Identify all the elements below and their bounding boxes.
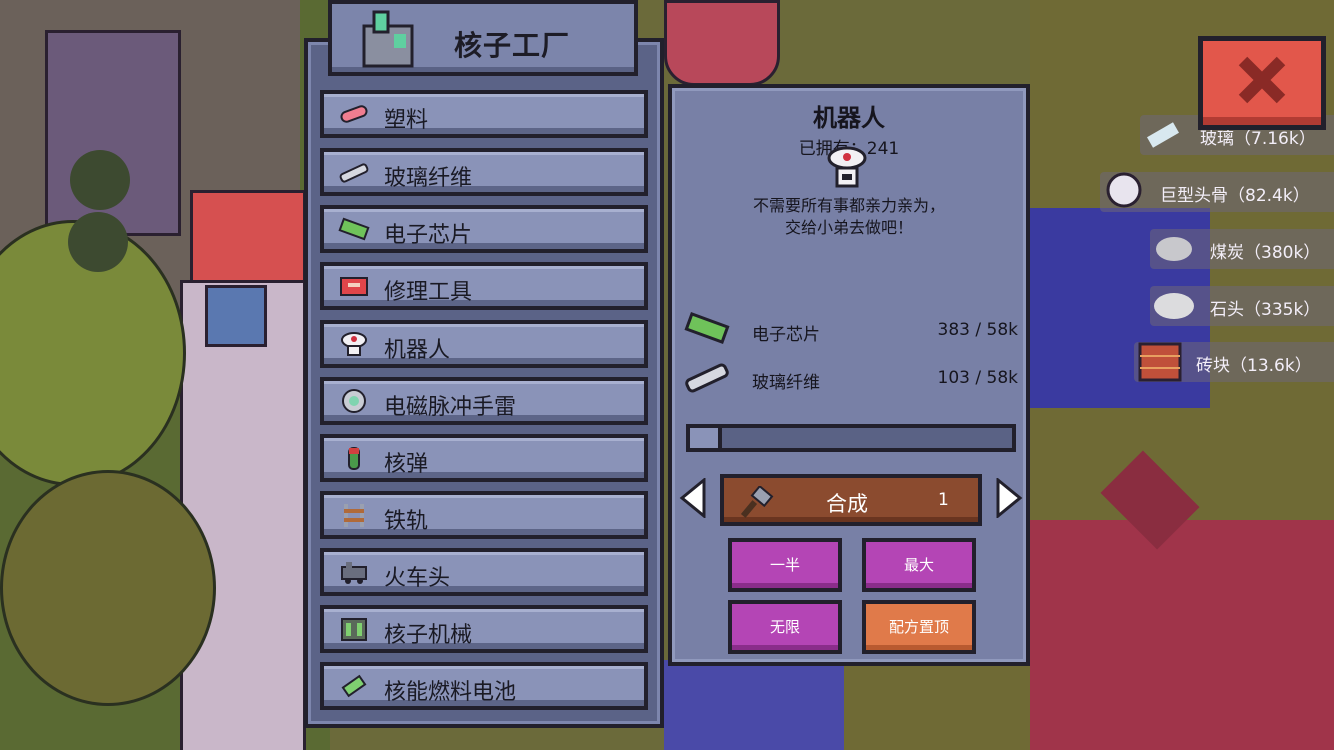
ingredient-name: 玻璃纤维 xyxy=(752,373,820,393)
quantity-slider[interactable] xyxy=(686,424,1016,452)
smoke-puff xyxy=(70,150,130,210)
stone-icon xyxy=(1154,293,1194,319)
half-button[interactable]: 一半 xyxy=(728,538,842,592)
resource-coal: 煤炭（380k） xyxy=(1150,229,1334,269)
locomotive-icon xyxy=(341,562,367,584)
plastic-icon xyxy=(340,105,368,123)
tower-building xyxy=(180,280,306,750)
resource-giant-skull: 巨型头骨（82.4k） xyxy=(1100,172,1334,212)
recipe-label: 铁轨 xyxy=(384,509,429,534)
recipe-label: 核弹 xyxy=(384,452,429,477)
factory-header: 核子工厂 xyxy=(328,0,638,76)
ingredient-count: 383 / 58k xyxy=(937,320,1018,340)
smoke-puff xyxy=(68,212,128,272)
recipe-label: 火车头 xyxy=(384,566,451,591)
fiberglass-icon xyxy=(339,163,369,183)
nuclear-factory-icon xyxy=(362,10,414,68)
recipe-label: 核子机械 xyxy=(384,623,473,648)
craft-button[interactable]: 合成 1 xyxy=(720,474,982,526)
red-roof xyxy=(190,190,306,286)
ingredient-count: 103 / 58k xyxy=(937,368,1018,388)
recipe-item-plastic[interactable]: 塑料 xyxy=(320,90,648,138)
description-line-1: 不需要所有事都亲力亲为， xyxy=(752,196,945,215)
resource-stone: 石头（335k） xyxy=(1150,286,1334,326)
recipe-item-fuel-cell[interactable]: 核能燃料电池 xyxy=(320,662,648,710)
recipe-label: 核能燃料电池 xyxy=(384,680,517,705)
increase-arrow-icon[interactable] xyxy=(994,478,1024,518)
recipe-label: 电磁脉冲手雷 xyxy=(384,395,517,420)
factory-title: 核子工厂 xyxy=(454,29,571,62)
toolbox-icon xyxy=(340,277,368,296)
ingredient-name: 电子芯片 xyxy=(752,325,820,345)
craft-quantity: 1 xyxy=(938,490,949,510)
recipe-label: 修理工具 xyxy=(384,280,473,305)
tree-2 xyxy=(0,470,216,706)
glass-icon xyxy=(1147,122,1179,148)
recipe-item-locomotive[interactable]: 火车头 xyxy=(320,548,648,596)
red-pavilion xyxy=(664,0,780,86)
resource-label: 砖块（13.6k） xyxy=(1196,356,1312,376)
fiberglass-icon xyxy=(685,363,729,393)
resource-label: 煤炭（380k） xyxy=(1210,243,1321,263)
max-button[interactable]: 最大 xyxy=(862,538,976,592)
close-icon xyxy=(1238,56,1286,104)
resource-brick: 砖块（13.6k） xyxy=(1134,342,1334,382)
microchip-icon xyxy=(684,312,730,344)
recipe-item-nuke[interactable]: 核弹 xyxy=(320,434,648,482)
tower-window xyxy=(205,285,267,347)
recipe-item-emp-grenade[interactable]: 电磁脉冲手雷 xyxy=(320,377,648,425)
brick-icon xyxy=(1138,342,1182,382)
recipe-item-repair-kit[interactable]: 修理工具 xyxy=(320,262,648,310)
resource-label: 巨型头骨（82.4k） xyxy=(1160,186,1310,206)
recipe-detail-panel: 机器人 已拥有：241 不需要所有事都亲力亲为， 交给小弟去做吧！ 电子芯片 3… xyxy=(668,84,1030,666)
recipe-label: 塑料 xyxy=(384,108,429,133)
recipe-title: 机器人 xyxy=(813,104,885,132)
ingredient-row: 电子芯片 383 / 58k xyxy=(682,310,1018,350)
hammer-icon xyxy=(740,486,774,518)
recipe-item-rail[interactable]: 铁轨 xyxy=(320,491,648,539)
grass-bottom xyxy=(844,660,1030,750)
recipe-label: 玻璃纤维 xyxy=(384,166,473,191)
close-button[interactable] xyxy=(1198,36,1326,130)
recipe-label: 机器人 xyxy=(384,338,451,363)
recipe-item-robot[interactable]: 机器人 xyxy=(320,320,648,368)
craft-label: 合成 xyxy=(826,492,868,516)
resource-label: 石头（335k） xyxy=(1210,300,1321,320)
ingredient-row: 玻璃纤维 103 / 58k xyxy=(682,358,1018,398)
emp-grenade-icon xyxy=(342,389,366,413)
recipe-item-fiberglass[interactable]: 玻璃纤维 xyxy=(320,148,648,196)
nuke-icon xyxy=(348,447,360,470)
microchip-icon xyxy=(338,217,370,241)
red-roof-right xyxy=(1030,520,1334,750)
decrease-arrow-icon[interactable] xyxy=(678,478,708,518)
nuclear-machine-icon xyxy=(341,618,367,641)
infinite-button[interactable]: 无限 xyxy=(728,600,842,654)
pin-recipe-button[interactable]: 配方置顶 xyxy=(862,600,976,654)
water-bottom xyxy=(664,660,844,750)
recipe-label: 电子芯片 xyxy=(384,223,473,248)
fuel-cell-icon xyxy=(341,674,367,698)
description-line-2: 交给小弟去做吧！ xyxy=(784,218,913,237)
slider-handle[interactable] xyxy=(686,424,722,452)
recipe-item-nuclear-machine[interactable]: 核子机械 xyxy=(320,605,648,653)
recipe-item-microchip[interactable]: 电子芯片 xyxy=(320,205,648,253)
coal-icon xyxy=(1156,237,1192,261)
robot-icon xyxy=(341,332,367,356)
skull-icon xyxy=(1106,172,1142,208)
robot-preview-icon xyxy=(827,146,867,188)
rail-icon xyxy=(344,504,364,527)
